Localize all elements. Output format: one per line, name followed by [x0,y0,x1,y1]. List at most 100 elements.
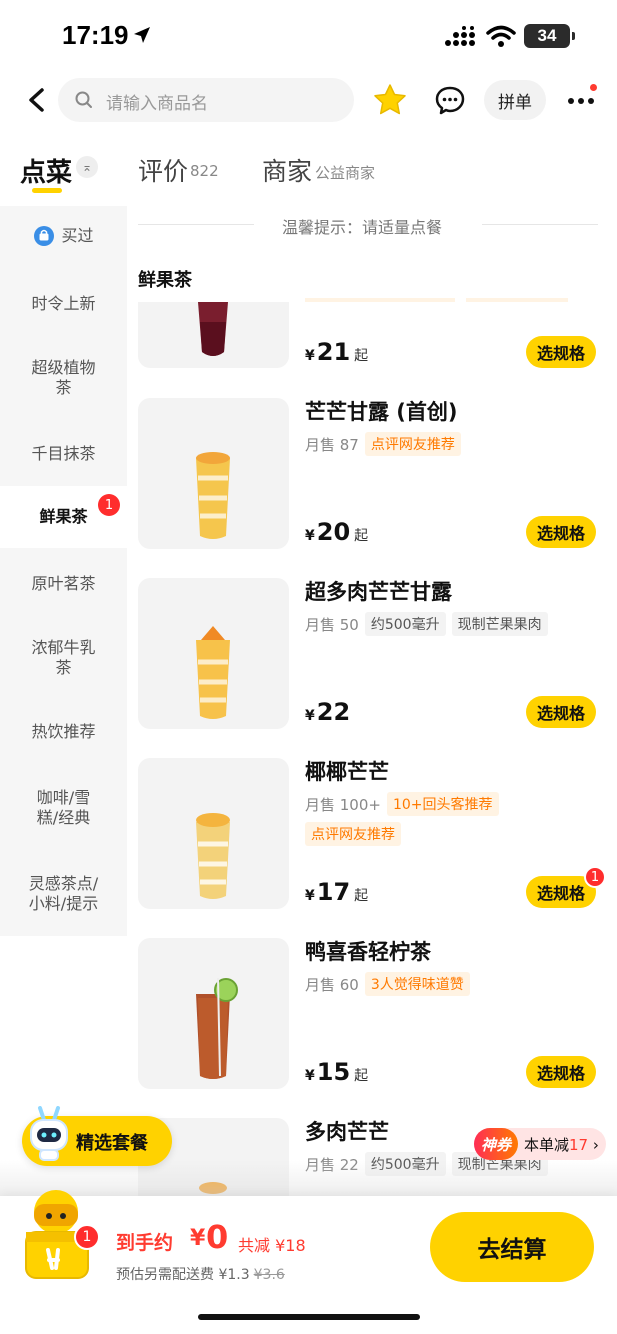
product-meta: 月售 87 点评网友推荐 [305,432,461,456]
star-favorite-icon[interactable] [372,82,408,118]
coupon-brand-badge: 神券 [474,1128,518,1160]
tab-active-indicator [32,188,62,193]
price-value: 22 [316,698,351,726]
product-price: ¥ 17 起 [305,878,368,906]
category-count-badge: 1 [98,494,120,516]
cart-quantity-badge: 1 [584,866,606,888]
chevron-right-icon: › [592,1136,599,1154]
cart-count-badge: 1 [74,1224,100,1250]
promo-text: 本单减17 › [524,1136,599,1154]
sidebar-item-hot-drinks[interactable]: 热饮推荐 [0,722,127,742]
product-image[interactable] [138,398,289,549]
delivery-fee: 预估另需配送费 ¥1.3 ¥3.6 [116,1267,285,1283]
featured-combo-button[interactable]: 精选套餐 [22,1106,172,1166]
sidebar-item-milk-tea[interactable]: 浓郁牛乳茶 [0,638,127,678]
cart-bar: 1 到手约 ¥ 0 共减 ¥18 预估另需配送费 ¥1.3 ¥3.6 去结算 [0,1190,617,1334]
product-name[interactable]: 椰椰芒芒 [305,756,389,786]
checkout-button[interactable]: 去结算 [430,1212,594,1282]
cellular-signal-icon [445,26,475,46]
sidebar-item-matcha[interactable]: 千目抹茶 [0,444,127,464]
product-image[interactable] [138,938,289,1089]
tab-merchant[interactable]: 商家 [262,152,312,188]
select-spec-button[interactable]: 选规格 [526,1056,596,1088]
sidebar-item-bought[interactable]: 买过 [0,226,127,250]
product-name[interactable]: 多肉芒芒 [305,1116,389,1146]
product-price: ¥ 21 起 [305,338,368,366]
price-symbol: ¥ [305,348,315,364]
product-image[interactable] [138,578,289,729]
monthly-sales: 月售 50 [305,615,359,634]
sidebar-item-coffee[interactable]: 咖啡/雪糕/经典 [0,788,127,828]
product-tag: 点评网友推荐 [305,822,401,846]
price-suffix: 起 [354,528,369,544]
notification-dot [590,84,597,91]
tab-review[interactable]: 评价 [138,152,188,188]
tab-order[interactable]: 点菜 [20,152,72,189]
coupon-promo-pill[interactable]: 神券 本单减17 › [474,1128,606,1160]
wifi-icon [486,25,516,47]
cart-saving: 共减 ¥18 [238,1236,306,1255]
sidebar-item-leaf-tea[interactable]: 原叶茗茶 [0,574,127,594]
location-arrow-icon [134,27,150,43]
merchant-subtitle: 公益商家 [315,164,376,182]
price-value: 20 [316,518,351,546]
product-image[interactable] [138,302,289,368]
product-tag: 约500毫升 [364,612,446,636]
tip-text: 温馨提示：请适量点餐 [282,218,443,237]
price-symbol: ¥ [305,1068,315,1084]
price-suffix: 起 [354,348,369,364]
shopping-bag-icon [34,226,54,246]
combo-label: 精选套餐 [76,1133,148,1154]
product-name[interactable]: 超多肉芒芒甘露 [305,576,452,606]
select-spec-button[interactable]: 选规格 [526,516,596,548]
collapse-up-icon[interactable]: ⌅ [76,156,98,178]
promo-amount: 17 [569,1136,589,1154]
robot-mascot-icon [30,1106,68,1161]
product-name[interactable]: 芒芒甘露 (首创) [305,396,458,426]
monthly-sales: 月售 87 [305,435,359,454]
monthly-sales: 月售 100+ [305,795,381,814]
select-spec-button[interactable]: 选规格 [526,336,596,368]
product-image[interactable] [138,758,289,909]
category-sidebar: 买过 时令上新 超级植物茶 千目抹茶 鲜果茶 原叶茗茶 浓郁牛乳茶 热饮推荐 咖… [0,206,127,936]
price-value: 21 [316,338,351,366]
product-tag: 10+回头客推荐 [386,792,499,816]
price-symbol: ¥ [305,708,315,724]
back-arrow-icon[interactable] [22,84,52,116]
price-suffix: 起 [354,888,369,904]
sidebar-item-seasonal[interactable]: 时令上新 [0,294,127,314]
price-symbol: ¥ [305,888,315,904]
sidebar-item-plant-tea[interactable]: 超级植物茶 [0,358,127,398]
product-meta: 点评网友推荐 [305,822,401,846]
chat-message-icon[interactable] [434,84,466,116]
sidebar-item-snacks[interactable]: 灵感茶点/小料/提示 [0,874,127,914]
search-icon [75,91,92,108]
product-price: ¥ 15 起 [305,1058,368,1086]
search-input[interactable]: 请输入商品名 [58,78,354,122]
product-tag: 现制芒果果肉 [451,612,548,636]
product-name[interactable]: 鸭喜香轻柠茶 [305,936,431,966]
divider [482,224,598,225]
product-tag: 3人觉得味道赞 [364,972,470,996]
home-indicator [198,1314,420,1320]
price-value: 17 [316,878,351,906]
price-value: 15 [316,1058,351,1086]
sidebar-item-label: 买过 [61,226,94,245]
tip-row: 温馨提示：请适量点餐 [138,212,598,238]
product-tag: 点评网友推荐 [364,432,461,456]
cart-total-symbol: ¥ [190,1226,206,1251]
select-spec-button[interactable]: 选规格 [526,696,596,728]
price-suffix: 起 [354,1068,369,1084]
status-bar: 17:19 34 [0,0,617,70]
cart-total-amount: 0 [206,1218,229,1256]
tag-fragment [305,298,455,302]
delivery-fee-original: ¥3.6 [253,1267,285,1283]
main-tabs: 点菜 ⌅ 评价 822 商家 公益商家 [0,146,617,202]
tag-fragment [466,298,568,302]
group-order-button[interactable]: 拼单 [484,80,546,120]
product-price: ¥ 20 起 [305,518,368,546]
product-meta: 月售 100+ 10+回头客推荐 [305,792,499,816]
search-placeholder: 请输入商品名 [106,94,208,114]
top-nav: 请输入商品名 拼单 [0,76,617,124]
status-time: 17:19 [62,20,129,50]
